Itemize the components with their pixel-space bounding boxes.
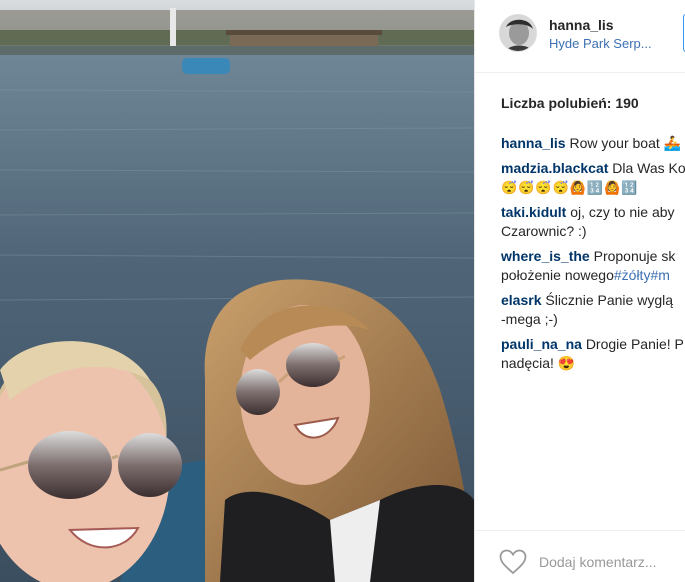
comment-username[interactable]: taki.kidult (501, 204, 566, 220)
comment-text: Proponuje sk (593, 248, 676, 264)
post-header: hanna_lis Hyde Park Serp... (475, 0, 685, 73)
comment-username[interactable]: elasrk (501, 292, 541, 308)
comment-text-line2: Czarownic? :) (501, 223, 587, 239)
heart-icon[interactable] (499, 549, 527, 575)
comments-list: hanna_lis Row your boat 🚣 madzia.blackca… (501, 134, 685, 379)
comment-text: Row your boat 🚣 (569, 135, 682, 151)
comment-text: Dla Was Ko (612, 160, 685, 176)
post-sidebar: hanna_lis Hyde Park Serp... Liczba polub… (474, 0, 685, 582)
comment-item: madzia.blackcat Dla Was Ko 😴😴😴😴🙆🔢🙆🔢 (501, 159, 685, 197)
likes-count[interactable]: Liczba polubień: 190 (501, 95, 639, 111)
comment-username[interactable]: where_is_the (501, 248, 590, 264)
comment-text-line2: położenie nowego (501, 267, 614, 283)
post-location[interactable]: Hyde Park Serp... (549, 36, 652, 51)
add-comment-input[interactable]: Dodaj komentarz... (539, 554, 657, 570)
comment-text-line2: nadęcia! 😍 (501, 355, 576, 371)
comment-item: where_is_the Proponuje sk położenie nowe… (501, 247, 685, 285)
comment-item: pauli_na_na Drogie Panie! P nadęcia! 😍 (501, 335, 685, 373)
comment-username[interactable]: madzia.blackcat (501, 160, 608, 176)
comment-text: Ślicznie Panie wyglą (545, 292, 673, 308)
comment-text-line2: -mega ;-) (501, 311, 558, 327)
comment-emoji-line: 😴😴😴😴🙆🔢🙆🔢 (501, 180, 639, 195)
comment-username[interactable]: pauli_na_na (501, 336, 582, 352)
comment-text: oj, czy to nie aby (570, 204, 675, 220)
comment-username[interactable]: hanna_lis (501, 135, 566, 151)
comment-item: hanna_lis Row your boat 🚣 (501, 134, 685, 153)
post-photo[interactable] (0, 0, 474, 582)
post-footer: Dodaj komentarz... (475, 530, 685, 582)
comment-item: elasrk Ślicznie Panie wyglą -mega ;-) (501, 291, 685, 329)
comment-text: Drogie Panie! P (585, 336, 684, 352)
comment-hashtags[interactable]: #żółty#m (614, 267, 670, 283)
post-username[interactable]: hanna_lis (549, 17, 614, 33)
comment-item: taki.kidult oj, czy to nie aby Czarownic… (501, 203, 685, 241)
avatar[interactable] (499, 14, 537, 52)
